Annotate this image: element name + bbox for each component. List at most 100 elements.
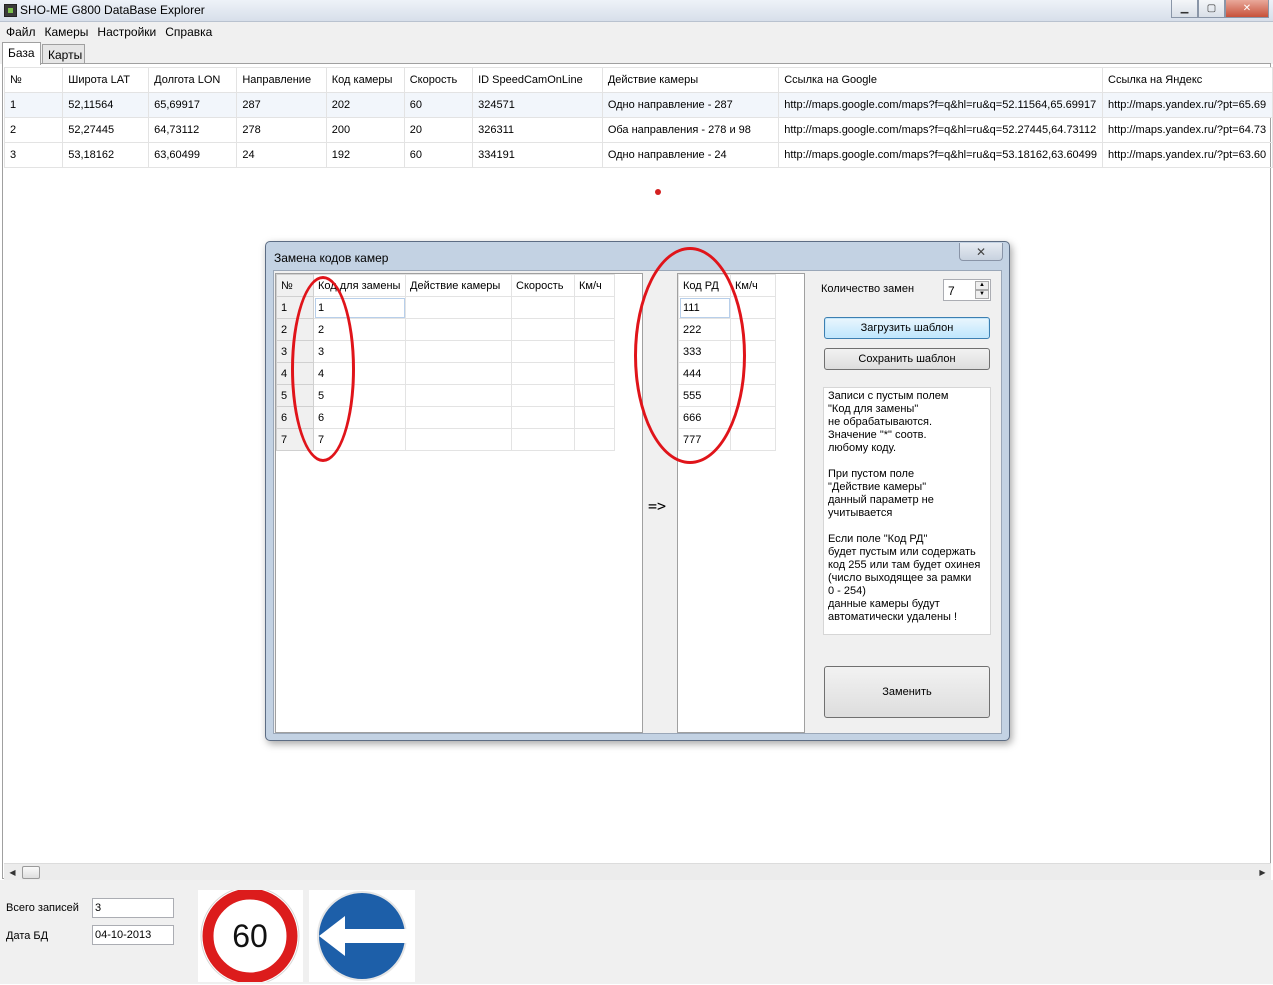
- table-row[interactable]: 77: [276, 428, 615, 451]
- table-cell[interactable]: 60: [403, 92, 474, 118]
- table-cell[interactable]: Одно направление - 287: [601, 92, 780, 118]
- kmh-cell[interactable]: [574, 362, 615, 385]
- scroll-thumb[interactable]: [22, 866, 40, 879]
- action-cell[interactable]: [405, 296, 512, 319]
- table-cell[interactable]: http://maps.google.com/maps?f=q&hl=ru&q=…: [778, 92, 1104, 118]
- kmh-cell[interactable]: [574, 340, 615, 363]
- menu-file[interactable]: Файл: [2, 25, 41, 39]
- kmh-cell[interactable]: [574, 428, 615, 451]
- table-row[interactable]: 11: [276, 296, 615, 319]
- table-cell[interactable]: 52,27445: [62, 117, 150, 143]
- speed-cell[interactable]: [511, 318, 575, 341]
- speed-cell[interactable]: [511, 384, 575, 407]
- speed-cell[interactable]: [511, 406, 575, 429]
- stepper-down-icon[interactable]: ▼: [975, 290, 989, 299]
- table-row[interactable]: 777: [678, 428, 776, 451]
- action-cell[interactable]: [405, 340, 512, 363]
- table-cell[interactable]: http://maps.yandex.ru/?pt=65.69: [1102, 92, 1273, 118]
- close-button[interactable]: ✕: [1225, 0, 1269, 18]
- scroll-right-icon[interactable]: ▶: [1254, 865, 1271, 880]
- table-cell[interactable]: 3: [3, 142, 64, 168]
- speed-cell[interactable]: [511, 362, 575, 385]
- rd-code-cell[interactable]: 333: [678, 340, 731, 363]
- rd-code-cell[interactable]: 222: [678, 318, 731, 341]
- table-row[interactable]: 1 52,11564 65,69917 287 202 60 324571 Од…: [3, 92, 1273, 118]
- table-cell[interactable]: 63,60499: [148, 142, 238, 168]
- minimize-button[interactable]: ▁: [1171, 0, 1198, 18]
- tab-maps[interactable]: Карты: [42, 44, 85, 64]
- column-header[interactable]: Скорость: [403, 67, 474, 93]
- table-row[interactable]: 666: [678, 406, 776, 429]
- table-cell[interactable]: 60: [403, 142, 474, 168]
- load-template-button[interactable]: Загрузить шаблон: [824, 317, 990, 339]
- table-cell[interactable]: http://maps.yandex.ru/?pt=64.73: [1102, 117, 1273, 143]
- replace-button[interactable]: Заменить: [824, 666, 990, 718]
- horizontal-scrollbar[interactable]: ◀ ▶: [4, 863, 1271, 880]
- table-row[interactable]: 333: [678, 340, 776, 363]
- table-cell[interactable]: 1: [3, 92, 64, 118]
- table-row[interactable]: 55: [276, 384, 615, 407]
- table-cell[interactable]: http://maps.google.com/maps?f=q&hl=ru&q=…: [778, 117, 1104, 143]
- table-row[interactable]: 33: [276, 340, 615, 363]
- column-header[interactable]: №: [3, 67, 64, 93]
- column-header[interactable]: Скорость: [511, 274, 575, 297]
- column-header[interactable]: Долгота LON: [148, 67, 238, 93]
- table-row[interactable]: 555: [678, 384, 776, 407]
- table-cell[interactable]: 278: [236, 117, 327, 143]
- table-row[interactable]: 44: [276, 362, 615, 385]
- column-header[interactable]: ID SpeedCamOnLine: [472, 67, 603, 93]
- action-cell[interactable]: [405, 428, 512, 451]
- kmh-cell[interactable]: [730, 362, 776, 385]
- code-cell[interactable]: 1: [313, 296, 406, 319]
- rd-code-cell[interactable]: 555: [678, 384, 731, 407]
- table-cell[interactable]: http://maps.yandex.ru/?pt=63.60: [1102, 142, 1273, 168]
- table-row[interactable]: 66: [276, 406, 615, 429]
- column-header[interactable]: Действие камеры: [405, 274, 512, 297]
- kmh-cell[interactable]: [730, 406, 776, 429]
- table-cell[interactable]: 24: [236, 142, 327, 168]
- rd-code-cell[interactable]: 444: [678, 362, 731, 385]
- speed-cell[interactable]: [511, 428, 575, 451]
- table-cell[interactable]: 52,11564: [62, 92, 150, 118]
- code-cell[interactable]: 3: [313, 340, 406, 363]
- column-header[interactable]: Действие камеры: [601, 67, 780, 93]
- column-header[interactable]: Код камеры: [325, 67, 405, 93]
- table-row[interactable]: 2 52,27445 64,73112 278 200 20 326311 Об…: [3, 117, 1273, 143]
- menu-help[interactable]: Справка: [161, 25, 217, 39]
- column-header[interactable]: Код для замены: [313, 274, 406, 297]
- table-cell[interactable]: http://maps.google.com/maps?f=q&hl=ru&q=…: [778, 142, 1104, 168]
- action-cell[interactable]: [405, 318, 512, 341]
- kmh-cell[interactable]: [730, 428, 776, 451]
- table-cell[interactable]: 2: [3, 117, 64, 143]
- db-date-field[interactable]: 04-10-2013: [92, 925, 174, 945]
- table-row[interactable]: 111: [678, 296, 776, 319]
- column-header[interactable]: Ссылка на Яндекс: [1102, 67, 1273, 93]
- column-header[interactable]: Км/ч: [574, 274, 615, 297]
- table-cell[interactable]: 202: [325, 92, 405, 118]
- table-cell[interactable]: 65,69917: [148, 92, 238, 118]
- action-cell[interactable]: [405, 384, 512, 407]
- column-header[interactable]: Код РД: [678, 274, 731, 297]
- table-cell[interactable]: 287: [236, 92, 327, 118]
- kmh-cell[interactable]: [574, 406, 615, 429]
- table-row[interactable]: 222: [678, 318, 776, 341]
- table-row[interactable]: 444: [678, 362, 776, 385]
- table-cell[interactable]: 20: [403, 117, 474, 143]
- table-cell[interactable]: 334191: [472, 142, 603, 168]
- maximize-button[interactable]: ▢: [1198, 0, 1225, 18]
- dialog-close-button[interactable]: ✕: [959, 243, 1003, 261]
- menu-settings[interactable]: Настройки: [93, 25, 161, 39]
- kmh-cell[interactable]: [730, 384, 776, 407]
- code-cell[interactable]: 7: [313, 428, 406, 451]
- kmh-cell[interactable]: [574, 384, 615, 407]
- column-header[interactable]: Широта LAT: [62, 67, 150, 93]
- table-row[interactable]: 22: [276, 318, 615, 341]
- kmh-cell[interactable]: [730, 318, 776, 341]
- action-cell[interactable]: [405, 406, 512, 429]
- kmh-cell[interactable]: [730, 340, 776, 363]
- column-header[interactable]: Ссылка на Google: [778, 67, 1104, 93]
- rd-code-cell[interactable]: 111: [678, 296, 731, 319]
- table-row[interactable]: 3 53,18162 63,60499 24 192 60 334191 Одн…: [3, 142, 1273, 168]
- kmh-cell[interactable]: [730, 296, 776, 319]
- speed-cell[interactable]: [511, 296, 575, 319]
